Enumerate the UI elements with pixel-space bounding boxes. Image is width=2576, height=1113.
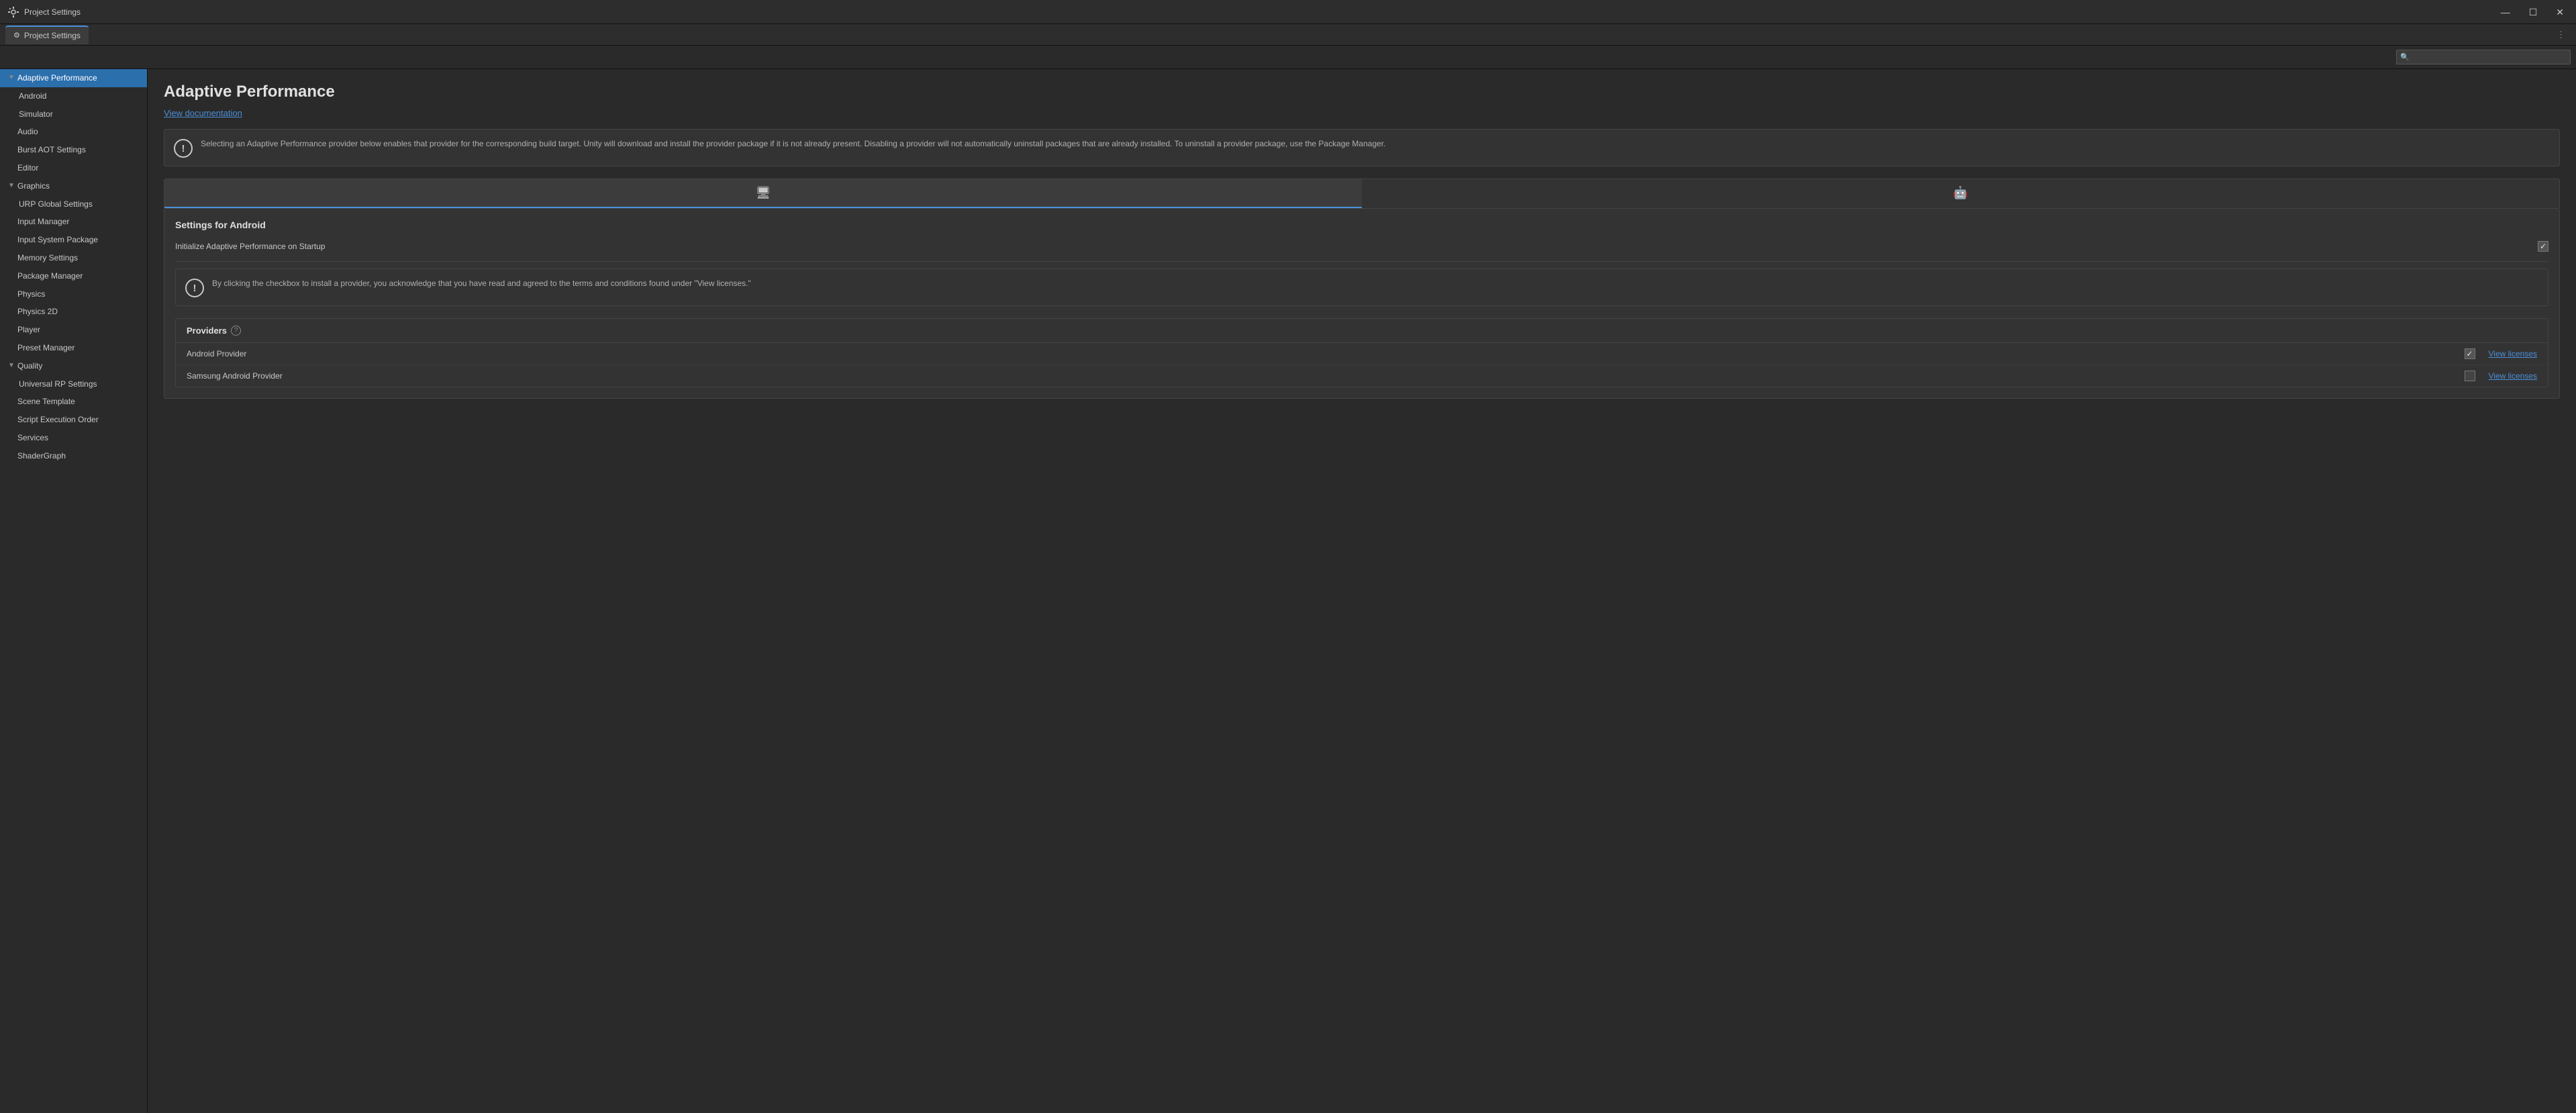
providers-header: Providers ? [176, 319, 2548, 343]
sidebar-item-input-system[interactable]: Input System Package [0, 231, 147, 249]
sidebar-item-input-manager[interactable]: Input Manager [0, 213, 147, 231]
search-icon: 🔍 [2400, 53, 2410, 62]
sidebar-item-label: ShaderGraph [17, 450, 66, 462]
sidebar-item-label: Quality [17, 360, 42, 372]
provider-row-android: Android Provider ✓ View licenses [176, 343, 2548, 365]
sidebar-item-graphics[interactable]: ▼Graphics [0, 177, 147, 195]
project-settings-tab[interactable]: ⚙ Project Settings [5, 26, 89, 44]
sidebar-item-label: Simulator [19, 109, 53, 120]
sidebar-item-urp-global[interactable]: URP Global Settings [0, 195, 147, 213]
sidebar-item-android[interactable]: Android [0, 87, 147, 105]
search-container: 🔍 [2396, 50, 2571, 64]
android-view-licenses-link[interactable]: View licenses [2475, 349, 2537, 358]
platform-tabs: 🖥 🤖 [164, 179, 2560, 209]
sidebar-item-burst-aot[interactable]: Burst AOT Settings [0, 141, 147, 159]
sidebar-item-label: Scene Template [17, 396, 75, 407]
sidebar-item-label: Script Execution Order [17, 414, 99, 426]
android-provider-checkbox[interactable]: ✓ [2465, 348, 2475, 359]
sidebar-item-quality[interactable]: ▼Quality [0, 357, 147, 375]
help-icon[interactable]: ? [231, 326, 241, 336]
sidebar-item-label: Graphics [17, 181, 50, 192]
sidebar-item-label: Physics 2D [17, 306, 58, 318]
search-input[interactable] [2396, 50, 2571, 64]
sidebar-item-physics2d[interactable]: Physics 2D [0, 303, 147, 321]
sidebar-item-label: Input Manager [17, 216, 69, 228]
sidebar: ▼Adaptive PerformanceAndroidSimulatorAud… [0, 69, 148, 1113]
sidebar-item-scene-template[interactable]: Scene Template [0, 393, 147, 411]
desktop-icon: 🖥 [756, 186, 771, 200]
sidebar-item-simulator[interactable]: Simulator [0, 105, 147, 124]
init-label: Initialize Adaptive Performance on Start… [175, 242, 2538, 251]
sidebar-item-label: Input System Package [17, 234, 98, 246]
sidebar-item-preset-manager[interactable]: Preset Manager [0, 339, 147, 357]
arrow-icon: ▼ [8, 361, 15, 371]
android-icon: 🤖 [1953, 186, 1968, 200]
arrow-icon: ▼ [8, 73, 15, 83]
arrow-icon: ▼ [8, 181, 15, 191]
sidebar-item-universal-rp[interactable]: Universal RP Settings [0, 375, 147, 393]
sidebar-item-physics[interactable]: Physics [0, 285, 147, 303]
settings-section-title: Settings for Android [175, 220, 2548, 230]
sidebar-item-editor[interactable]: Editor [0, 159, 147, 177]
window-controls: — ☐ ✕ [2497, 6, 2568, 18]
sidebar-item-services[interactable]: Services [0, 429, 147, 447]
checkmark-icon: ✓ [2540, 242, 2546, 251]
search-bar-row: 🔍 [0, 46, 2576, 69]
sidebar-item-label: Physics [17, 289, 45, 300]
main-layout: ▼Adaptive PerformanceAndroidSimulatorAud… [0, 69, 2576, 1113]
sidebar-item-memory-settings[interactable]: Memory Settings [0, 249, 147, 267]
init-setting-row: Initialize Adaptive Performance on Start… [175, 238, 2548, 254]
sidebar-item-label: Editor [17, 162, 38, 174]
sidebar-item-label: Player [17, 324, 40, 336]
samsung-view-licenses-link[interactable]: View licenses [2475, 371, 2537, 381]
warning-icon: ! [185, 279, 204, 297]
sidebar-item-adaptive-performance[interactable]: ▼Adaptive Performance [0, 69, 147, 87]
sidebar-item-label: Audio [17, 126, 38, 138]
close-button[interactable]: ✕ [2552, 6, 2568, 18]
platform-tab-desktop[interactable]: 🖥 [164, 179, 1362, 208]
warning-box: ! By clicking the checkbox to install a … [175, 269, 2548, 306]
sidebar-item-shadergraph[interactable]: ShaderGraph [0, 447, 147, 465]
sidebar-item-label: Adaptive Performance [17, 72, 97, 84]
sidebar-item-script-execution[interactable]: Script Execution Order [0, 411, 147, 429]
providers-section: Providers ? Android Provider ✓ View lice… [175, 318, 2548, 387]
view-docs-link[interactable]: View documentation [164, 108, 242, 118]
sidebar-item-label: Preset Manager [17, 342, 75, 354]
sidebar-item-player[interactable]: Player [0, 321, 147, 339]
maximize-button[interactable]: ☐ [2525, 6, 2542, 18]
info-icon: ! [174, 139, 193, 158]
warning-text: By clicking the checkbox to install a pr… [212, 277, 751, 289]
content-area: Adaptive Performance View documentation … [148, 69, 2576, 1113]
sidebar-item-label: Services [17, 432, 48, 444]
divider [175, 261, 2548, 262]
android-provider-name: Android Provider [187, 349, 2465, 358]
platform-tab-android[interactable]: 🤖 [1362, 179, 2559, 208]
tab-bar: ⚙ Project Settings ⋮ [0, 24, 2576, 46]
title-bar: Project Settings — ☐ ✕ [0, 0, 2576, 24]
providers-title: Providers [187, 326, 227, 336]
app-icon [8, 7, 19, 17]
sidebar-item-package-manager[interactable]: Package Manager [0, 267, 147, 285]
sidebar-item-label: Package Manager [17, 271, 83, 282]
gear-icon: ⚙ [13, 31, 20, 40]
info-text: Selecting an Adaptive Performance provid… [201, 138, 1385, 150]
tab-label: Project Settings [24, 31, 81, 40]
provider-row-samsung: Samsung Android Provider View licenses [176, 365, 2548, 387]
minimize-button[interactable]: — [2497, 6, 2514, 18]
title-bar-label: Project Settings [24, 7, 81, 17]
sidebar-item-label: Burst AOT Settings [17, 144, 86, 156]
sidebar-item-audio[interactable]: Audio [0, 123, 147, 141]
samsung-provider-checkbox[interactable] [2465, 371, 2475, 381]
android-checkmark-icon: ✓ [2466, 349, 2473, 358]
samsung-provider-name: Samsung Android Provider [187, 371, 2465, 381]
info-box: ! Selecting an Adaptive Performance prov… [164, 129, 2560, 166]
settings-panel: Settings for Android Initialize Adaptive… [164, 209, 2560, 399]
sidebar-item-label: Android [19, 91, 46, 102]
sidebar-item-label: Memory Settings [17, 252, 78, 264]
sidebar-item-label: URP Global Settings [19, 199, 93, 210]
page-title: Adaptive Performance [164, 83, 2560, 101]
sidebar-item-label: Universal RP Settings [19, 379, 97, 390]
tab-more-icon[interactable]: ⋮ [2551, 27, 2571, 43]
init-checkbox[interactable]: ✓ [2538, 241, 2548, 252]
